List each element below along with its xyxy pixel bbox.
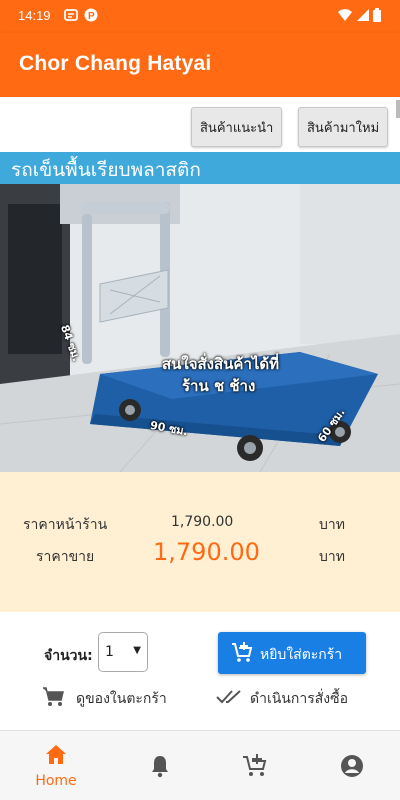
cart-add-icon [232, 642, 253, 662]
quantity-label: จำนวน: [44, 648, 93, 664]
product-title-strip: รถเข็นพื้นเรียบพลาสติก [0, 152, 400, 184]
nav-notifications[interactable] [108, 731, 208, 800]
scroll-indicator[interactable] [396, 100, 400, 118]
tab-new-arrivals[interactable]: สินค้ามาใหม่ [298, 107, 389, 147]
app-title: Chor Chang Hatyai [19, 52, 212, 75]
quantity-select[interactable]: 1 ▼ [98, 632, 148, 672]
checkout-label: ดำเนินการสั่งซื้อ [250, 691, 349, 707]
svg-text:P: P [88, 11, 95, 22]
nav-home-label: Home [35, 773, 77, 789]
home-icon [46, 745, 66, 764]
app-bar: Chor Chang Hatyai [0, 33, 400, 97]
product-name: รถเข็นพื้นเรียบพลาสติก [11, 159, 201, 181]
add-to-cart-label: หยิบใส่ตะกร้า [260, 647, 343, 663]
battery-icon [373, 8, 381, 22]
nav-home[interactable]: Home [6, 731, 106, 800]
bell-icon [152, 756, 168, 778]
quantity-value: 1 [105, 644, 114, 660]
view-cart-label: ดูของในตะกร้า [76, 691, 167, 707]
dropdown-arrow-icon: ▼ [133, 645, 141, 656]
nav-cart[interactable] [204, 731, 304, 800]
nav-account[interactable] [302, 731, 400, 800]
add-to-cart-button[interactable]: หยิบใส่ตะกร้า [218, 632, 366, 674]
cart-icon [43, 687, 64, 706]
account-icon [341, 755, 363, 777]
wifi-icon [338, 9, 352, 21]
tab-recommended[interactable]: สินค้าแนะนำ [191, 107, 283, 147]
price-panel: ราคาหน้าร้าน 1,790.00 บาท ราคาขาย 1,790.… [0, 472, 400, 612]
sale-price-value: 1,790.00 [153, 538, 260, 566]
double-check-icon [216, 690, 241, 704]
image-promo-line-2: ร้าน ช ช้าง [182, 377, 256, 395]
image-promo-line-1: สนใจสั่งสินค้าได้ที่ [162, 355, 280, 373]
view-cart-link[interactable]: ดูของในตะกร้า [42, 686, 192, 710]
signal-icon [357, 9, 369, 21]
store-price-value: 1,790.00 [171, 514, 234, 530]
sale-price-label: ราคาขาย [36, 549, 95, 565]
checkout-link[interactable]: ดำเนินการสั่งซื้อ [216, 686, 366, 710]
store-price-label: ราคาหน้าร้าน [23, 517, 108, 533]
notification-icon [64, 9, 78, 21]
product-image: สนใจสั่งสินค้าได้ที่ ร้าน ช ช้าง 84 ซม. … [0, 184, 400, 472]
store-price-unit: บาท [319, 517, 345, 533]
bottom-nav: Home [0, 730, 400, 800]
category-tab-row: สินค้าแนะนำ สินค้ามาใหม่ [0, 97, 400, 152]
status-time: 14:19 [18, 8, 51, 23]
cart-add-icon [243, 754, 267, 776]
status-bar: 14:19 P [0, 0, 400, 33]
parking-icon: P [84, 8, 98, 22]
sale-price-unit: บาท [319, 549, 345, 565]
order-area: จำนวน: 1 ▼ หยิบใส่ตะกร้า ดูของในตะกร้า ด… [0, 612, 400, 730]
